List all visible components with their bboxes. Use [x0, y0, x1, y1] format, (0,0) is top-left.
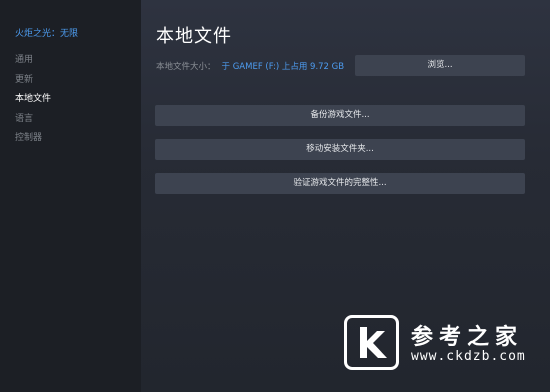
sidebar: 火炬之光：无限 通用 更新 本地文件 语言 控制器 — [0, 0, 141, 392]
size-label: 本地文件大小： — [156, 62, 216, 72]
size-value: 于 GAMEF (F:) 上占用 9.72 GB — [221, 62, 345, 72]
watermark-site-name: 参考之家 — [411, 325, 524, 350]
site-watermark: 参考之家 www.ckdzb.com — [338, 315, 550, 377]
sidebar-item-local-files[interactable]: 本地文件 — [0, 90, 141, 110]
sidebar-item-updates[interactable]: 更新 — [0, 71, 141, 91]
k-logo-icon — [344, 315, 399, 370]
browse-button[interactable]: 浏览... — [355, 55, 525, 76]
verify-integrity-button[interactable]: 验证游戏文件的完整性... — [155, 173, 525, 194]
sidebar-item-language[interactable]: 语言 — [0, 110, 141, 130]
properties-window: 火炬之光：无限 通用 更新 本地文件 语言 控制器 本地文件 本地文件大小： 于 … — [0, 0, 550, 392]
game-title: 火炬之光：无限 — [15, 29, 79, 39]
watermark-url: www.ckdzb.com — [411, 349, 526, 364]
move-install-folder-button[interactable]: 移动安装文件夹... — [155, 139, 525, 160]
backup-game-files-button[interactable]: 备份游戏文件... — [155, 105, 525, 126]
page-title: 本地文件 — [156, 26, 232, 47]
local-file-size-row: 本地文件大小： 于 GAMEF (F:) 上占用 9.72 GB — [156, 60, 344, 72]
sidebar-item-general[interactable]: 通用 — [0, 51, 141, 71]
sidebar-item-controller[interactable]: 控制器 — [0, 129, 141, 149]
